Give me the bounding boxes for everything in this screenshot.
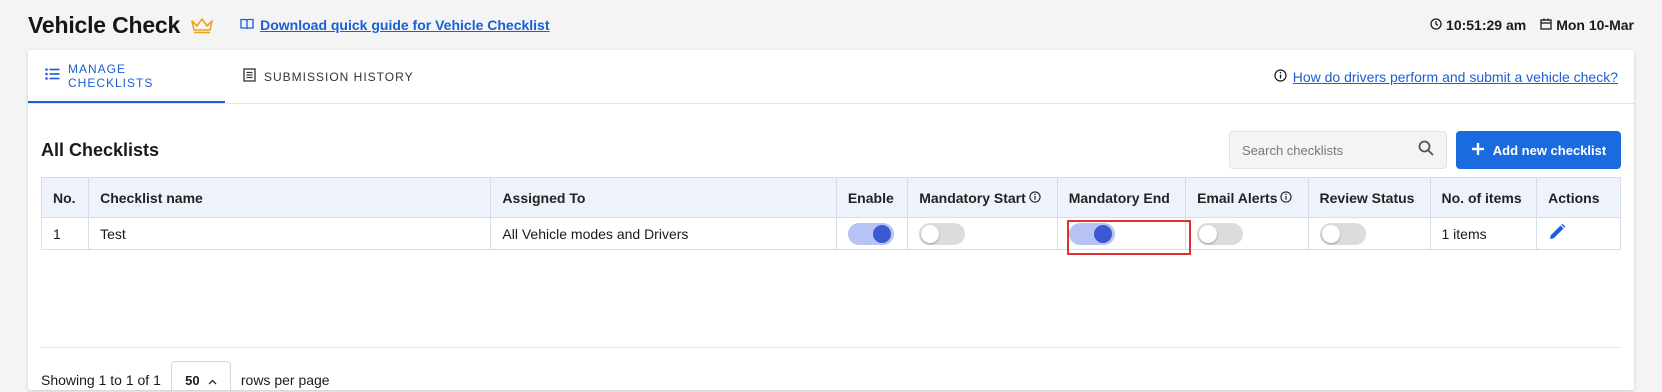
search-icon[interactable] — [1418, 140, 1434, 161]
download-guide-link[interactable]: Download quick guide for Vehicle Checkli… — [240, 17, 550, 33]
table-header-row: No. Checklist name Assigned To Enable Ma… — [40, 177, 1621, 218]
col-header-name: Checklist name — [88, 177, 492, 218]
current-date: Mon 10-Mar — [1540, 17, 1634, 33]
col-header-actions: Actions — [1536, 177, 1621, 218]
col-header-items: No. of items — [1429, 177, 1538, 218]
tab-manage-checklists[interactable]: MANAGE CHECKLISTS — [28, 50, 225, 103]
enable-toggle[interactable] — [847, 222, 894, 245]
cell-email-alerts — [1185, 217, 1309, 250]
tab-bar: MANAGE CHECKLISTS SUBMISSION HISTORY How… — [28, 50, 1634, 104]
time-text: 10:51:29 am — [1446, 17, 1527, 33]
page-header: Vehicle Check Download quick guide for V… — [28, 0, 1634, 50]
help-link-label: How do drivers perform and submit a vehi… — [1292, 69, 1618, 85]
col-header-label: Mandatory Start — [919, 189, 1026, 206]
cell-actions — [1536, 217, 1621, 250]
calendar-icon — [1540, 17, 1552, 33]
cell-review-status — [1307, 217, 1431, 250]
table-row: 1 Test All Vehicle modes and Drivers 1 i… — [40, 217, 1621, 250]
chevron-up-icon — [208, 373, 217, 388]
mandatory-start-toggle[interactable] — [919, 222, 966, 245]
divider — [41, 347, 1621, 348]
cell-no: 1 — [40, 217, 90, 250]
tab-label: SUBMISSION HISTORY — [264, 69, 414, 84]
col-header-mandatory-end: Mandatory End — [1056, 177, 1187, 218]
add-checklist-button[interactable]: Add new checklist — [1456, 131, 1621, 169]
document-icon — [243, 68, 256, 85]
review-status-toggle[interactable] — [1319, 222, 1366, 245]
col-header-email-alerts: Email Alerts — [1185, 177, 1309, 218]
mandatory-end-toggle[interactable] — [1068, 222, 1115, 245]
current-time: 10:51:29 am — [1430, 17, 1526, 33]
section-header: All Checklists Add new checklist — [41, 130, 1621, 170]
col-header-mandatory-start: Mandatory Start — [907, 177, 1058, 218]
tab-submission-history[interactable]: SUBMISSION HISTORY — [225, 50, 431, 103]
col-header-assigned: Assigned To — [490, 177, 837, 218]
help-link[interactable]: How do drivers perform and submit a vehi… — [1274, 50, 1618, 104]
clock-icon — [1430, 17, 1442, 33]
cell-items: 1 items — [1429, 217, 1538, 250]
cell-name: Test — [88, 217, 492, 250]
email-alerts-toggle[interactable] — [1197, 222, 1244, 245]
section-title: All Checklists — [41, 139, 160, 160]
page-title: Vehicle Check — [28, 11, 181, 38]
search-input[interactable] — [1242, 142, 1418, 158]
plus-icon — [1471, 142, 1485, 159]
checklists-table: No. Checklist name Assigned To Enable Ma… — [40, 177, 1621, 250]
crown-icon — [190, 16, 214, 34]
edit-pencil-icon[interactable] — [1548, 223, 1566, 244]
cell-enable — [835, 217, 909, 250]
col-header-no: No. — [40, 177, 90, 218]
checklist-card: MANAGE CHECKLISTS SUBMISSION HISTORY How… — [28, 50, 1634, 392]
search-box[interactable] — [1229, 131, 1447, 169]
col-header-review-status: Review Status — [1307, 177, 1431, 218]
info-icon — [1274, 69, 1287, 85]
info-icon[interactable] — [1280, 190, 1293, 206]
rows-per-page-select[interactable]: 50 — [170, 361, 231, 392]
date-text: Mon 10-Mar — [1556, 17, 1634, 33]
book-icon — [240, 17, 254, 33]
pagination-footer: Showing 1 to 1 of 1 50 rows per page — [41, 360, 330, 392]
download-guide-label: Download quick guide for Vehicle Checkli… — [260, 17, 550, 33]
col-header-enable: Enable — [835, 177, 909, 218]
cell-assigned: All Vehicle modes and Drivers — [490, 217, 837, 250]
list-icon — [45, 68, 60, 83]
info-icon[interactable] — [1029, 190, 1041, 206]
rows-per-page-value: 50 — [185, 372, 200, 388]
showing-text: Showing 1 to 1 of 1 — [41, 372, 161, 388]
tab-label: MANAGE CHECKLISTS — [68, 61, 154, 90]
add-checklist-label: Add new checklist — [1492, 142, 1607, 158]
cell-mandatory-end — [1056, 217, 1187, 250]
rows-per-page-label: rows per page — [240, 372, 330, 388]
col-header-label: Email Alerts — [1197, 189, 1278, 206]
cell-mandatory-start — [907, 217, 1058, 250]
